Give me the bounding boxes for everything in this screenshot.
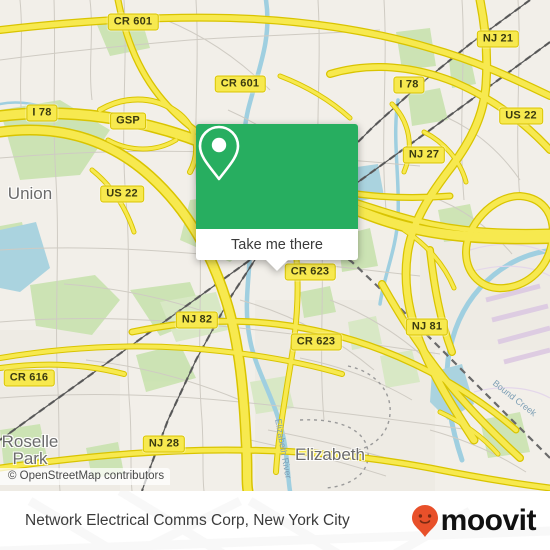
place-label-elizabeth: Elizabeth [295, 445, 365, 464]
route-shield[interactable]: I 78 [393, 76, 425, 94]
osm-attribution[interactable]: © OpenStreetMap contributors [0, 468, 171, 485]
popup-tail [266, 260, 288, 271]
route-shield[interactable]: CR 616 [3, 369, 55, 387]
route-shield[interactable]: CR 623 [284, 263, 336, 281]
moovit-wordmark: moovit [440, 503, 537, 537]
map-canvas[interactable]: Union Roselle Park Elizabeth Elizabeth Ri… [0, 0, 550, 491]
route-shield[interactable]: CR 601 [107, 13, 159, 31]
route-shield[interactable]: US 22 [499, 107, 543, 125]
take-me-there-label: Take me there [231, 236, 323, 253]
route-shield[interactable]: GSP [110, 112, 146, 130]
route-shield[interactable]: CR 601 [214, 75, 266, 93]
moovit-brand[interactable]: moovit [411, 491, 537, 550]
route-shield[interactable]: NJ 27 [402, 146, 446, 164]
take-me-there-button[interactable]: Take me there [196, 229, 358, 260]
place-label-union: Union [7, 184, 53, 203]
moovit-smiley-pin-icon [411, 504, 438, 537]
route-shield[interactable]: NJ 21 [476, 30, 520, 48]
map-pin-icon [198, 125, 240, 181]
location-popup[interactable]: Take me there [196, 124, 358, 271]
place-label-roselle-park: Roselle Park [1, 432, 59, 468]
moovit-map-page: Union Roselle Park Elizabeth Elizabeth Ri… [0, 0, 550, 550]
popup-header [196, 124, 358, 229]
route-shield[interactable]: US 22 [100, 185, 144, 203]
route-shield[interactable]: NJ 28 [142, 435, 186, 453]
route-shield[interactable]: NJ 81 [405, 318, 449, 336]
route-shield[interactable]: NJ 82 [175, 311, 219, 329]
footer-bar: Network Electrical Comms Corp, New York … [0, 491, 550, 550]
route-shield[interactable]: CR 623 [290, 333, 342, 351]
route-shield[interactable]: I 78 [26, 104, 58, 122]
page-title: Network Electrical Comms Corp, New York … [25, 511, 350, 529]
